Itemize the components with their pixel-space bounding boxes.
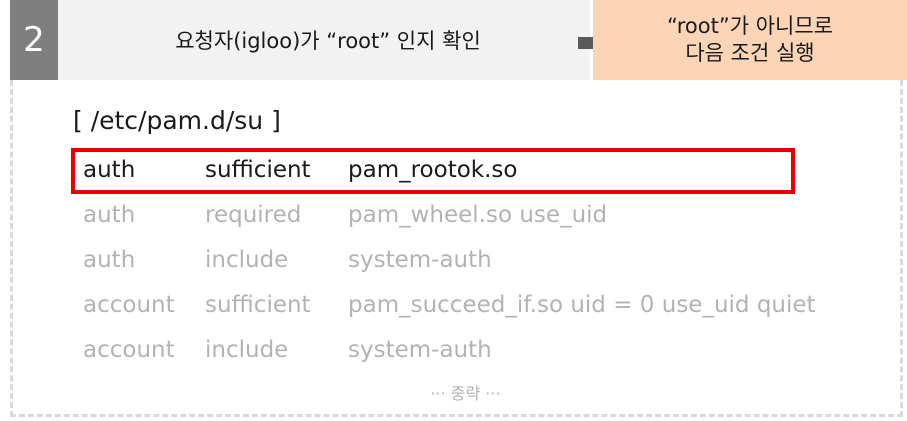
config-type: account	[83, 337, 175, 363]
config-type: auth	[83, 247, 136, 273]
config-module: system-auth	[348, 337, 492, 363]
step-number: 2	[23, 20, 45, 60]
config-control: include	[205, 247, 289, 273]
config-type: account	[83, 292, 175, 318]
config-module: pam_wheel.so use_uid	[348, 202, 608, 228]
config-control: required	[205, 202, 302, 228]
config-control: sufficient	[205, 292, 311, 318]
config-module: system-auth	[348, 247, 492, 273]
step-title-bar: 요청자(igloo)가 “root” 인지 확인	[58, 0, 590, 80]
omitted-note: ··· 중략 ···	[430, 384, 501, 403]
config-module: pam_succeed_if.so uid = 0 use_uid quiet	[348, 292, 816, 318]
config-control: sufficient	[205, 157, 311, 183]
file-path-label: [ /etc/pam.d/su ]	[73, 106, 281, 135]
config-control: include	[205, 337, 289, 363]
config-type: auth	[83, 157, 136, 183]
result-line-2: 다음 조건 실행	[685, 41, 815, 65]
result-box: “root”가 아니므로 다음 조건 실행	[593, 0, 907, 80]
step-number-badge: 2	[10, 0, 58, 80]
result-line-1: “root”가 아니므로	[667, 13, 833, 38]
step-title: 요청자(igloo)가 “root” 인지 확인	[175, 29, 481, 53]
config-module: pam_rootok.so	[348, 157, 518, 183]
config-type: auth	[83, 202, 136, 228]
